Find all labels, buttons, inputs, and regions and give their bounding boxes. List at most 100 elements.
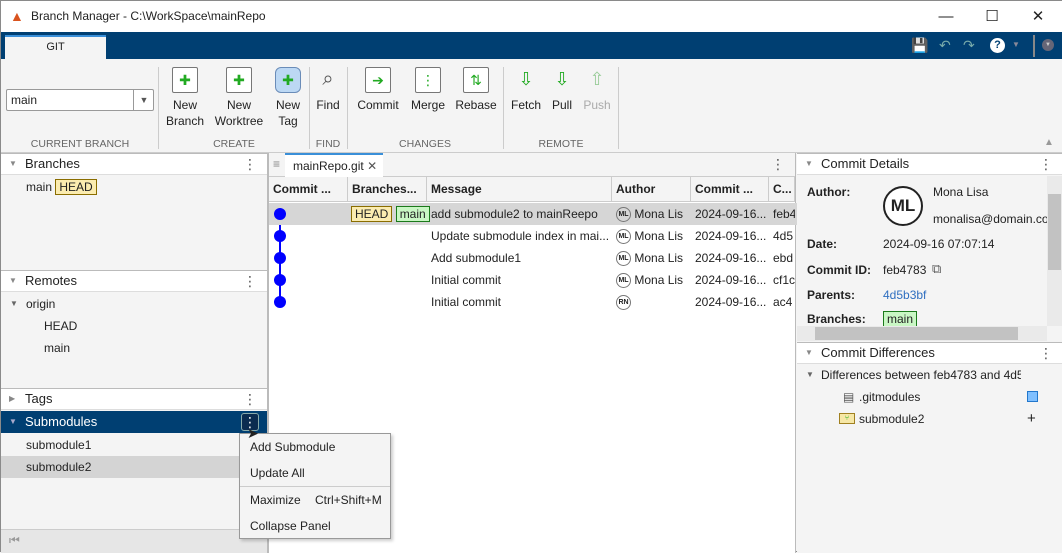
- fetch-icon: ⇩: [518, 69, 534, 89]
- kebab-icon[interactable]: ⋮: [243, 271, 257, 291]
- menu-item-maximize[interactable]: Maximize Ctrl+Shift+M: [250, 493, 382, 507]
- collapse-icon[interactable]: ▼: [9, 271, 17, 291]
- commit-row[interactable]: HEAD main add submodule2 to mainReepo ML M…: [269, 203, 797, 225]
- help-dropdown-icon[interactable]: ▼: [1012, 40, 1020, 49]
- branches-header[interactable]: ▼ Branches ⋮: [1, 153, 267, 175]
- label: Rebase: [455, 98, 497, 112]
- head-badge: HEAD: [351, 206, 393, 222]
- column-header-message[interactable]: Message: [427, 177, 612, 202]
- collapse-icon[interactable]: ▼: [805, 343, 813, 363]
- file-name: submodule2: [859, 412, 925, 426]
- diff-file-gitmodules[interactable]: ▤ .gitmodules: [797, 386, 1062, 408]
- commit-row[interactable]: Initial commit ML Mona Lis 2024-09-16... cf…: [269, 269, 797, 291]
- collapse-icon[interactable]: ▼: [805, 154, 813, 174]
- options-icon[interactable]: ▼: [1042, 39, 1054, 51]
- scroll-left-icon[interactable]: ⏮: [9, 533, 20, 548]
- new-branch-button[interactable]: ✚ New Branch: [163, 67, 207, 129]
- commit-id: ac4: [773, 295, 793, 309]
- parents-label: Parents:: [807, 288, 856, 302]
- divider: [158, 67, 159, 149]
- column-header-id[interactable]: C...: [769, 177, 795, 202]
- new-tag-button[interactable]: ✚ New Tag: [271, 67, 305, 129]
- horizontal-scrollbar[interactable]: ⏮: [1, 529, 267, 553]
- scroll-thumb[interactable]: [815, 327, 1018, 340]
- collapse-icon[interactable]: ▼: [9, 412, 17, 432]
- doc-menu-icon[interactable]: ≡: [273, 157, 280, 171]
- kebab-icon[interactable]: ⋮: [1039, 343, 1053, 363]
- close-tab-icon[interactable]: ✕: [367, 159, 377, 173]
- branch-item-main[interactable]: main HEAD: [1, 176, 267, 198]
- commit-row[interactable]: Initial commit RN 2024-09-16... ac4: [269, 291, 797, 313]
- undo-icon[interactable]: ↶: [939, 37, 951, 54]
- magnifier-icon: ⌕: [322, 68, 334, 90]
- fetch-button[interactable]: ⇩ Fetch: [509, 67, 543, 113]
- menu-item-add-submodule[interactable]: Add Submodule: [250, 440, 335, 454]
- submodule-item[interactable]: submodule2: [1, 456, 267, 478]
- author-name: Mona Lis: [634, 207, 684, 221]
- kebab-icon[interactable]: ⋮: [1039, 154, 1053, 174]
- rebase-button[interactable]: ⇅ Rebase: [454, 67, 498, 113]
- collapse-icon[interactable]: ▼: [806, 364, 814, 386]
- commit-row[interactable]: Add submodule1 ML Mona Lis 2024-09-16... eb…: [269, 247, 797, 269]
- kebab-icon[interactable]: ⋮: [243, 389, 257, 409]
- tab-git[interactable]: GIT: [5, 35, 106, 59]
- commit-details-header[interactable]: ▼ Commit Details ⋮: [797, 153, 1062, 175]
- kebab-icon[interactable]: ⋮: [243, 154, 257, 174]
- tab-mainrepo[interactable]: mainRepo.git ✕: [285, 153, 383, 177]
- close-button[interactable]: ✕: [1015, 1, 1061, 32]
- pull-icon: ⇩: [554, 69, 570, 89]
- column-header-branches[interactable]: Branches...: [348, 177, 427, 202]
- submodules-header[interactable]: ▼ Submodules ⋮: [1, 411, 267, 433]
- column-header-author[interactable]: Author: [612, 177, 691, 202]
- column-header-date[interactable]: Commit ...: [691, 177, 769, 202]
- document-tabstrip: ≡ mainRepo.git ✕ ⋮: [269, 153, 795, 177]
- commit-button[interactable]: ➔ Commit: [353, 67, 403, 113]
- vertical-scrollbar[interactable]: [1047, 176, 1062, 326]
- collapse-ribbon-icon[interactable]: ▲: [1044, 137, 1054, 148]
- expand-icon[interactable]: ▶: [9, 389, 15, 409]
- scroll-thumb[interactable]: [1048, 194, 1061, 270]
- diff-file-submodule2[interactable]: ⑂ submodule2 +: [797, 408, 1062, 430]
- column-header-graph[interactable]: Commit ...: [269, 177, 348, 202]
- differences-label: Differences between feb4783 and 4d5: [821, 368, 1021, 382]
- kebab-icon[interactable]: ⋮: [771, 156, 785, 173]
- commit-message: Initial commit: [431, 295, 502, 309]
- minimize-button[interactable]: —: [923, 1, 969, 32]
- pull-button[interactable]: ⇩ Pull: [547, 67, 577, 113]
- differences-root[interactable]: ▼ Differences between feb4783 and 4d5: [797, 364, 1021, 386]
- help-icon[interactable]: ?: [990, 38, 1005, 53]
- remotes-header[interactable]: ▼ Remotes ⋮: [1, 270, 267, 292]
- chevron-down-icon[interactable]: ▼: [133, 90, 154, 110]
- find-button[interactable]: ⌕ Find: [313, 67, 343, 113]
- author-avatar: ML: [616, 273, 631, 289]
- commit-message: Initial commit: [431, 273, 502, 287]
- menu-item-collapse-panel[interactable]: Collapse Panel: [250, 519, 331, 533]
- remote-branch-head[interactable]: HEAD: [1, 315, 267, 337]
- collapse-icon[interactable]: ▼: [9, 154, 17, 174]
- maximize-button[interactable]: ☐: [969, 1, 1015, 32]
- copy-icon[interactable]: ⧉: [932, 261, 941, 277]
- save-icon[interactable]: 💾: [911, 37, 928, 54]
- expand-icon[interactable]: ▼: [10, 293, 18, 315]
- commit-date: 2024-09-16...: [695, 251, 767, 265]
- matlab-logo-icon: ▲: [10, 8, 24, 24]
- rebase-icon: ⇅: [463, 67, 489, 93]
- menu-item-update-all[interactable]: Update All: [250, 466, 305, 480]
- push-button[interactable]: ⇧ Push: [581, 67, 613, 113]
- branch-badge: main: [395, 206, 430, 222]
- merge-button[interactable]: ⋮ Merge: [407, 67, 449, 113]
- parent-link[interactable]: 4d5b3bf: [883, 288, 926, 302]
- merge-icon: ⋮: [415, 67, 441, 93]
- new-worktree-button[interactable]: ✚ New Worktree: [211, 67, 267, 129]
- remote-branch-main[interactable]: main: [1, 337, 267, 359]
- horizontal-scrollbar[interactable]: [797, 326, 1047, 341]
- remote-origin[interactable]: ▼ origin: [1, 293, 267, 315]
- redo-icon[interactable]: ↷: [963, 37, 975, 54]
- author-name: Mona Lis: [634, 251, 684, 265]
- submodule-item[interactable]: submodule1: [1, 434, 267, 456]
- commit-differences-header[interactable]: ▼ Commit Differences ⋮: [797, 342, 1062, 364]
- current-branch-select[interactable]: main ▼: [6, 89, 154, 111]
- tags-header[interactable]: ▶ Tags ⋮: [1, 388, 267, 410]
- commit-row[interactable]: Update submodule index in mai... ML Mona …: [269, 225, 797, 247]
- label: Pull: [551, 98, 572, 112]
